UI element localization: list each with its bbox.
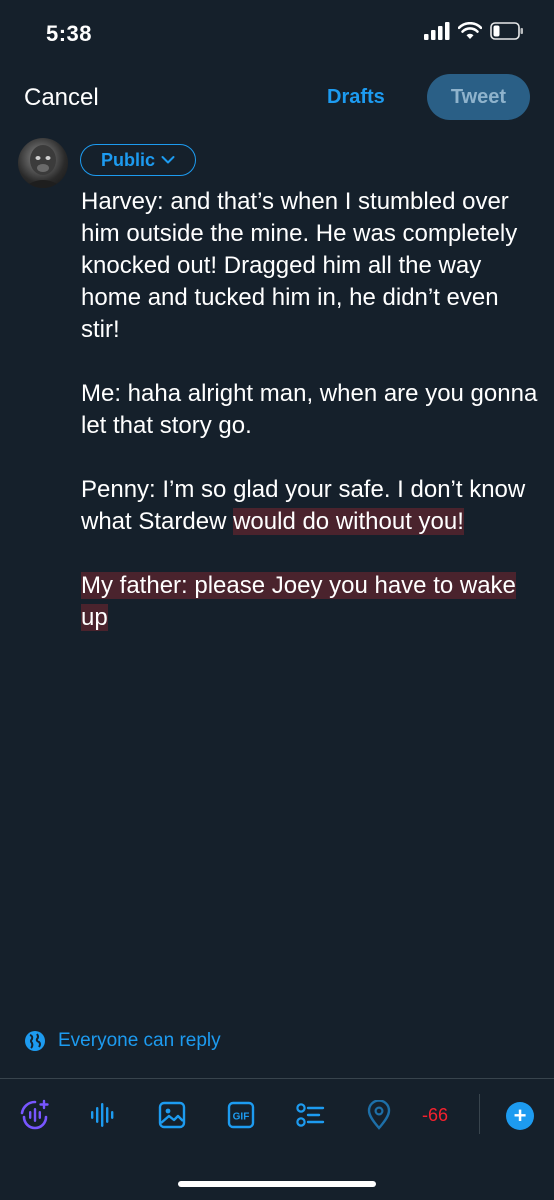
globe-icon bbox=[25, 1031, 45, 1051]
chevron-down-icon bbox=[161, 156, 175, 164]
paragraph-2: Me: haha alright man, when are you gonna… bbox=[81, 380, 538, 439]
tweet-text-area[interactable]: Harvey: and that’s when I stumbled over … bbox=[81, 186, 541, 666]
image-icon bbox=[158, 1101, 186, 1129]
battery-icon bbox=[490, 22, 523, 40]
spaces-button[interactable] bbox=[18, 1098, 52, 1132]
gif-text: GIF bbox=[233, 1112, 250, 1123]
audience-selector[interactable]: Public bbox=[80, 144, 197, 176]
home-indicator bbox=[178, 1181, 376, 1187]
avatar-image-icon bbox=[23, 145, 63, 188]
poll-button[interactable] bbox=[293, 1098, 327, 1132]
reply-setting-button[interactable]: Everyone can reply bbox=[24, 1030, 221, 1052]
character-counter: -66 bbox=[422, 1105, 449, 1125]
location-button[interactable] bbox=[362, 1098, 396, 1132]
paragraph-4: My father: please Joey you have to wake … bbox=[81, 570, 541, 634]
location-icon bbox=[367, 1100, 391, 1130]
wifi-icon bbox=[458, 22, 482, 39]
audio-icon bbox=[91, 1103, 114, 1127]
compose-header: Cancel Drafts Tweet bbox=[0, 72, 554, 124]
reply-setting-label: Everyone can reply bbox=[58, 1030, 221, 1051]
compose-toolbar: GIF -66 + bbox=[0, 1090, 554, 1140]
paragraph-1: Harvey: and that’s when I stumbled over … bbox=[81, 188, 518, 343]
over-limit-text: My father: please Joey you have to wake … bbox=[81, 572, 516, 631]
audio-button[interactable] bbox=[86, 1098, 120, 1132]
cellular-signal-icon bbox=[424, 22, 450, 40]
spaces-icon bbox=[20, 1099, 49, 1130]
gif-icon: GIF bbox=[227, 1101, 255, 1129]
cancel-button[interactable]: Cancel bbox=[24, 84, 99, 112]
audience-label: Public bbox=[101, 149, 156, 170]
status-icons bbox=[424, 22, 524, 40]
toolbar-separator bbox=[479, 1094, 480, 1134]
drafts-button[interactable]: Drafts bbox=[327, 86, 385, 109]
status-bar: 5:38 bbox=[0, 0, 554, 70]
gif-button[interactable]: GIF bbox=[224, 1098, 258, 1132]
poll-icon bbox=[296, 1103, 325, 1127]
status-time: 5:38 bbox=[46, 21, 93, 46]
image-button[interactable] bbox=[155, 1098, 189, 1132]
avatar[interactable] bbox=[18, 138, 68, 188]
over-limit-text: would do without you! bbox=[233, 508, 464, 535]
toolbar-divider bbox=[0, 1078, 554, 1079]
add-thread-button[interactable]: + bbox=[506, 1102, 534, 1130]
tweet-button[interactable]: Tweet bbox=[427, 74, 530, 120]
paragraph-3: Penny: I’m so glad your safe. I don’t kn… bbox=[81, 474, 541, 538]
